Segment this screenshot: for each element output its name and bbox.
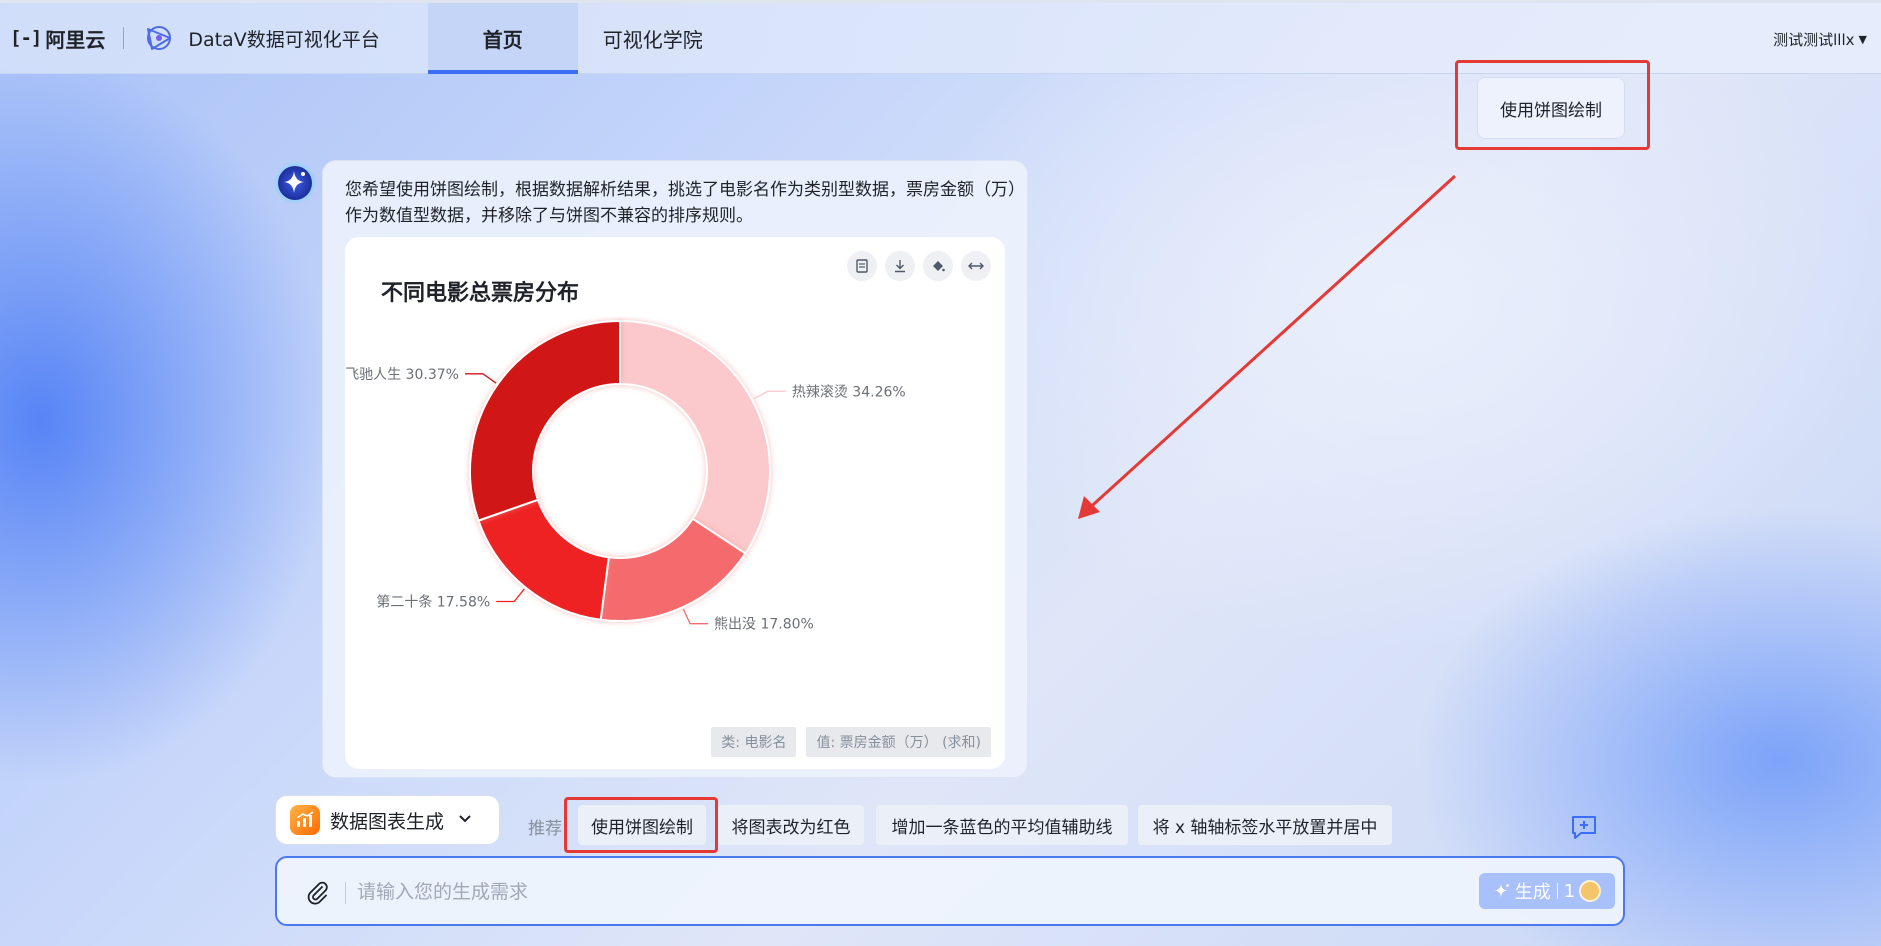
generator-mode-select[interactable]: 数据图表生成 — [275, 795, 500, 845]
brand: [-] 阿里云 DataV数据可视化平台 — [10, 3, 380, 73]
pie-slice-1[interactable] — [619, 319, 771, 555]
platform-name: DataV数据可视化平台 — [188, 28, 380, 51]
main-nav: 首页 可视化学院 — [427, 3, 728, 74]
assistant-message-bubble: 您希望使用饼图绘制，根据数据解析结果，挑选了电影名作为类别型数据，票房金额（万）… — [322, 160, 1028, 778]
pie-leader-line-1 — [753, 390, 786, 400]
aliyun-logo-mark: [-] — [10, 27, 42, 49]
user-name: 测试测试lllx — [1773, 31, 1855, 49]
datav-logo-icon — [147, 26, 172, 50]
credit-count: 1 — [1563, 880, 1576, 902]
suggestion-chip-red[interactable]: 将图表改为红色 — [718, 805, 864, 845]
chevron-down-icon — [458, 812, 472, 828]
suggestion-chip-axis-labels[interactable]: 将 x 轴轴标签水平放置并居中 — [1138, 805, 1392, 845]
chart-title: 不同电影总票房分布 — [381, 281, 580, 306]
suggestion-chip-average-line[interactable]: 增加一条蓝色的平均值辅助线 — [876, 805, 1128, 845]
annotation-arrow-icon — [1078, 174, 1457, 519]
floating-suggestion-button[interactable]: 使用饼图绘制 — [1477, 77, 1625, 139]
new-chat-icon[interactable] — [1570, 814, 1598, 840]
caret-down-icon: ▼ — [1858, 33, 1867, 46]
chart-generator-icon — [290, 805, 320, 835]
pie-slice-4[interactable] — [469, 319, 621, 522]
table-icon[interactable] — [847, 251, 877, 281]
ai-assistant-avatar-icon — [275, 163, 315, 203]
generate-button[interactable]: 生成 1 — [1479, 873, 1615, 909]
prompt-input-box: 生成 1 — [275, 856, 1625, 926]
assistant-message-text: 您希望使用饼图绘制，根据数据解析结果，挑选了电影名作为类别型数据，票房金额（万）… — [345, 180, 1017, 226]
brand-divider — [123, 27, 125, 49]
generate-divider — [1556, 883, 1558, 899]
category-field-tag[interactable]: 类: 电影名 — [711, 727, 797, 757]
prompt-input[interactable] — [357, 874, 1457, 910]
pie-label-2: 熊出没 17.80% — [714, 617, 814, 633]
tab-visualization-academy[interactable]: 可视化学院 — [578, 3, 728, 73]
expand-icon[interactable] — [961, 251, 991, 281]
coin-icon — [1579, 880, 1602, 902]
paperclip-icon[interactable] — [305, 880, 331, 906]
sparkle-icon — [1494, 884, 1509, 897]
pie-label-1: 热辣滚烫 34.26% — [792, 383, 906, 400]
tab-home[interactable]: 首页 — [427, 3, 578, 74]
pie-label-3: 第二十条 17.58% — [376, 593, 490, 610]
paint-bucket-icon[interactable] — [923, 251, 953, 281]
generate-label: 生成 — [1514, 882, 1551, 903]
chart-card: 不同电影总票房分布 热辣滚烫 34.26% 熊出没 17.80% 第二十条 17.5… — [345, 237, 1005, 769]
field-tags: 类: 电影名 值: 票房金额（万） (求和) — [711, 727, 991, 757]
pie-label-4: 飞驰人生 30.37% — [345, 367, 459, 383]
user-menu[interactable]: 测试测试lllx ▼ — [1773, 29, 1867, 50]
pie-leader-line-3 — [496, 588, 525, 603]
download-icon[interactable] — [885, 251, 915, 281]
generator-mode-label: 数据图表生成 — [330, 810, 445, 833]
pie-leader-line-2 — [682, 608, 709, 625]
pie-leader-line-4 — [464, 373, 497, 384]
input-divider — [345, 882, 346, 904]
recommend-label: 推荐 — [528, 819, 562, 839]
highlight-box-chip — [564, 797, 718, 853]
donut-chart: 热辣滚烫 34.26% 熊出没 17.80% 第二十条 17.58% 飞驰人生 30.… — [345, 319, 906, 633]
aliyun-logo[interactable]: [-] 阿里云 — [10, 24, 105, 53]
chart-toolbar — [847, 251, 991, 281]
aliyun-logo-text: 阿里云 — [45, 27, 106, 52]
value-field-tag[interactable]: 值: 票房金额（万） (求和) — [806, 727, 991, 757]
